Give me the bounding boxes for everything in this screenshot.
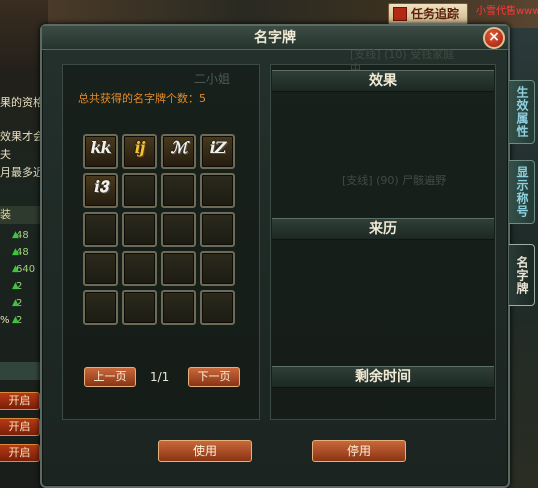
- empty-slot[interactable]: [83, 212, 118, 247]
- name-plate-slot[interactable]: 𝒊𝟑: [83, 173, 118, 208]
- open-button-2[interactable]: 开启: [0, 418, 40, 436]
- empty-slot[interactable]: [161, 251, 196, 286]
- empty-slot[interactable]: [122, 290, 157, 325]
- name-plate-glyph: 𝒊𝒁: [209, 138, 227, 157]
- empty-slot[interactable]: [200, 212, 235, 247]
- close-icon: ×: [488, 29, 500, 45]
- task-tracking-tab[interactable]: 任务追踪: [388, 3, 468, 25]
- task-icon: [393, 7, 407, 21]
- empty-slot[interactable]: [83, 290, 118, 325]
- empty-slot[interactable]: [122, 173, 157, 208]
- game-screen: 任务追踪 小雪代售www.xxds777.com 果的资格 效果才会 夫 月最多…: [0, 0, 538, 488]
- empty-slot[interactable]: [122, 251, 157, 286]
- remaining-time-section-header: 剩余时间: [272, 366, 494, 388]
- empty-slot[interactable]: [200, 173, 235, 208]
- next-page-button[interactable]: 下一页: [188, 367, 240, 387]
- empty-slot[interactable]: [161, 173, 196, 208]
- empty-slot[interactable]: [200, 251, 235, 286]
- tab-name-plate[interactable]: 名字牌: [509, 244, 535, 306]
- bg-percent: %: [0, 315, 10, 326]
- name-plate-glyph: ℳ: [170, 138, 187, 157]
- task-tab-label: 任务追踪: [411, 7, 460, 21]
- empty-slot[interactable]: [161, 212, 196, 247]
- empty-slot[interactable]: [122, 212, 157, 247]
- name-plate-window: 名字牌 × 二小姐 总共获得的名字牌个数：5 𝒌𝒌 𝒊𝒋 ℳ 𝒊𝒁 𝒊𝟑 上一页…: [40, 24, 510, 488]
- empty-slot[interactable]: [161, 290, 196, 325]
- close-button[interactable]: ×: [483, 27, 505, 49]
- open-button-1[interactable]: 开启: [0, 392, 40, 410]
- background-player-name: 二小姐: [194, 72, 231, 86]
- empty-slot[interactable]: [200, 290, 235, 325]
- prev-page-button[interactable]: 上一页: [84, 367, 136, 387]
- watermark: 小雪代售www.xxds777.com: [476, 6, 538, 17]
- tab-display-title[interactable]: 显示称号: [509, 160, 535, 224]
- name-plate-glyph: 𝒊𝒋: [134, 138, 146, 157]
- open-button-3[interactable]: 开启: [0, 444, 40, 462]
- page-indicator: 1/1: [150, 370, 170, 384]
- background-text-1: [支线] (10) 受钱家庭: [350, 48, 455, 61]
- use-button[interactable]: 使用: [158, 440, 252, 462]
- name-plate-slot[interactable]: 𝒊𝒋: [122, 134, 157, 169]
- name-plate-slot[interactable]: 𝒊𝒁: [200, 134, 235, 169]
- name-plate-slot[interactable]: ℳ: [161, 134, 196, 169]
- source-section-header: 来历: [272, 218, 494, 240]
- effect-section-header: 效果: [272, 70, 494, 92]
- stop-button[interactable]: 停用: [312, 440, 406, 462]
- tab-effective-attributes[interactable]: 生效属性: [509, 80, 535, 144]
- background-text-3: [支线] (90) 尸骸遍野: [342, 174, 447, 187]
- name-plate-glyph: 𝒌𝒌: [90, 138, 111, 157]
- name-plate-count: 总共获得的名字牌个数：5: [78, 92, 206, 105]
- empty-slot[interactable]: [83, 251, 118, 286]
- name-plate-glyph: 𝒊𝟑: [94, 177, 108, 196]
- name-plate-slot[interactable]: 𝒌𝒌: [83, 134, 118, 169]
